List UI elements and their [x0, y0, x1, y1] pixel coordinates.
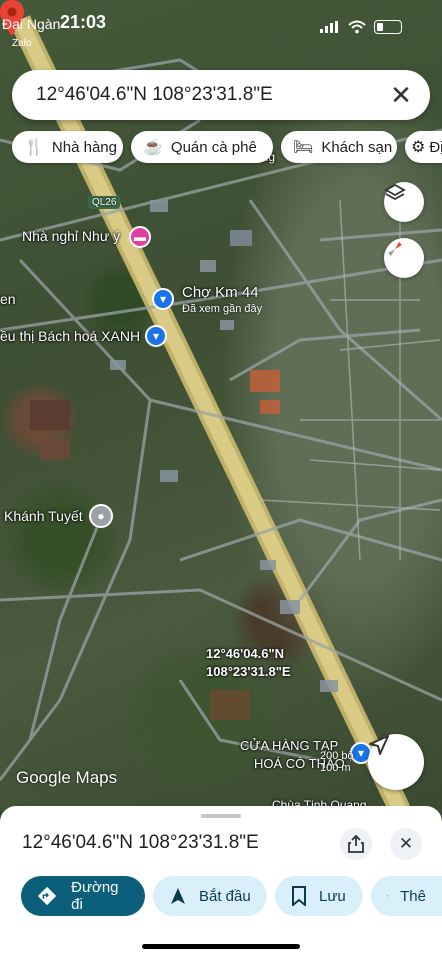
- store-pin-icon[interactable]: ▾: [145, 325, 167, 347]
- home-indicator[interactable]: [142, 944, 300, 949]
- my-location-button[interactable]: [368, 734, 424, 790]
- save-label: Lưu: [319, 887, 346, 905]
- close-icon[interactable]: ✕: [386, 80, 416, 110]
- close-sheet-button[interactable]: ✕: [390, 828, 422, 860]
- chip-label: Khách sạn: [321, 138, 393, 156]
- map-view[interactable]: QL26 Nhà nghỉ Như ý ▬ ▾ Chợ Km 44 Đã xem…: [0, 0, 442, 810]
- shopping-pin-icon[interactable]: ▾: [152, 288, 174, 310]
- signal-icon: [320, 21, 340, 33]
- chip-coffee[interactable]: ☕ Quán cà phê: [131, 131, 273, 163]
- map-scale: 200 bộ 100 m: [320, 750, 354, 774]
- navigate-icon: [171, 888, 185, 904]
- chip-attractions[interactable]: ⚙ Đị: [405, 131, 442, 163]
- attraction-icon: ⚙: [411, 139, 426, 156]
- flag-icon: [387, 895, 389, 897]
- sheet-title: 12°46'04.6"N 108°23'31.8"E: [22, 832, 259, 853]
- place-label-cho-km44[interactable]: Chợ Km 44: [182, 284, 259, 301]
- status-location-text: Đại Ngàn: [2, 16, 61, 32]
- coffee-icon: ☕: [143, 139, 163, 156]
- google-maps-attribution: Google Maps: [16, 768, 118, 787]
- road-shield-ql26: QL26: [88, 196, 121, 209]
- wifi-icon: [348, 20, 366, 34]
- start-label: Bắt đầu: [199, 887, 251, 905]
- restaurant-icon: 🍴: [24, 139, 44, 156]
- sheet-drag-handle[interactable]: [201, 814, 241, 818]
- pin-coordinate-label-lng: 108°23'31.8"E: [206, 664, 291, 679]
- directions-button[interactable]: Đường đi: [21, 876, 145, 916]
- place-label-partial-en: en: [0, 291, 16, 307]
- status-icons: [320, 20, 402, 34]
- scale-m: 100 m: [320, 762, 351, 774]
- place-sublabel-recently-viewed: Đã xem gần đây: [182, 303, 263, 315]
- chip-label: Nhà hàng: [51, 138, 117, 156]
- status-time: 21:03: [60, 12, 107, 32]
- hotel-icon: 🛏: [293, 139, 314, 156]
- directions-label: Đường đi: [71, 879, 119, 913]
- back-to-app-link[interactable]: Zalo: [12, 38, 31, 49]
- search-input[interactable]: 12°46'04.6"N 108°23'31.8"E: [36, 84, 273, 106]
- place-pin-icon[interactable]: ●: [89, 504, 113, 528]
- chip-label: Đị: [429, 138, 442, 156]
- pin-coordinate-label-lat: 12°46'04.6"N: [206, 646, 285, 661]
- place-bottom-sheet[interactable]: 12°46'04.6"N 108°23'31.8"E ✕ Đường đi Bắ…: [0, 806, 442, 960]
- place-label-khanh-tuyet[interactable]: Khánh Tuyết: [4, 508, 83, 524]
- compass-icon: [388, 242, 402, 256]
- directions-icon: [37, 886, 57, 906]
- share-button[interactable]: [340, 828, 372, 860]
- map-roads: [0, 15, 442, 810]
- bookmark-icon: [292, 886, 306, 906]
- compass-button[interactable]: [384, 238, 424, 278]
- save-button[interactable]: Lưu: [275, 876, 363, 916]
- chip-restaurants[interactable]: 🍴 Nhà hàng: [12, 131, 123, 163]
- layers-icon: [384, 183, 406, 201]
- status-bar: Đại Ngàn 21:03 Zalo: [0, 0, 442, 60]
- place-label-bach-hoa-xanh[interactable]: ều thị Bách hoá XANH: [0, 328, 140, 344]
- layers-button[interactable]: [384, 182, 424, 222]
- close-icon: ✕: [398, 834, 414, 853]
- share-icon: [348, 835, 364, 853]
- chip-label: Quán cà phê: [170, 138, 257, 156]
- navigation-arrow-icon: [369, 735, 389, 755]
- place-label-nha-nghi[interactable]: Nhà nghỉ Như ý: [22, 228, 120, 244]
- add-label-button[interactable]: Thê: [371, 876, 442, 916]
- hotel-pin-icon[interactable]: ▬: [129, 226, 151, 248]
- search-bar[interactable]: 12°46'04.6"N 108°23'31.8"E ✕: [12, 70, 430, 120]
- start-button[interactable]: Bắt đầu: [153, 876, 267, 916]
- add-label-label: Thê: [400, 887, 426, 905]
- battery-icon: [374, 20, 402, 34]
- scale-ft: 200 bộ: [320, 750, 354, 762]
- chip-hotels[interactable]: 🛏 Khách sạn: [281, 131, 397, 163]
